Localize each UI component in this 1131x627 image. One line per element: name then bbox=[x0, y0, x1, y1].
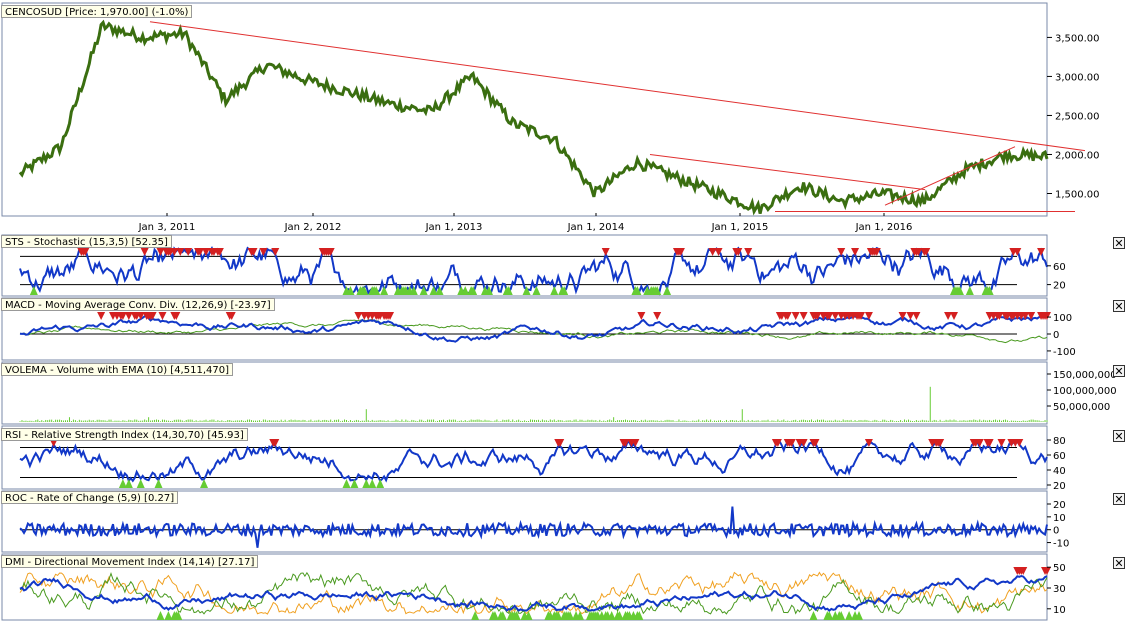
close-rsi-panel-icon[interactable]: ✕ bbox=[1113, 430, 1125, 442]
stochastic-title: STS - Stochastic (15,3,5) [52.35] bbox=[1, 235, 172, 248]
close-stochastic-panel-icon[interactable]: ✕ bbox=[1113, 237, 1125, 249]
close-roc-panel-icon[interactable]: ✕ bbox=[1113, 493, 1125, 505]
y-axis-label: -10 bbox=[1053, 539, 1069, 550]
y-axis-label: 0 bbox=[1053, 330, 1059, 341]
y-axis-label: 50,000,000 bbox=[1053, 402, 1110, 413]
y-axis-label: 40 bbox=[1053, 466, 1066, 477]
roc-title: ROC - Rate of Change (5,9) [0.27] bbox=[1, 491, 179, 504]
y-axis-label: 30 bbox=[1053, 584, 1066, 595]
y-axis-label: 1,500.00 bbox=[1055, 189, 1100, 200]
y-axis-label: 100,000,000 bbox=[1053, 386, 1117, 397]
y-axis-label: 20 bbox=[1053, 500, 1066, 511]
y-axis-label: 20 bbox=[1053, 481, 1066, 492]
y-axis-label: 3,500.00 bbox=[1055, 33, 1100, 44]
dmi-title: DMI - Directional Movement Index (14,14)… bbox=[1, 555, 259, 568]
y-axis-label: 3,000.00 bbox=[1055, 72, 1100, 83]
y-axis-label: -100 bbox=[1053, 347, 1076, 358]
close-dmi-panel-icon[interactable]: ✕ bbox=[1113, 557, 1125, 569]
y-axis-label: 2,500.00 bbox=[1055, 111, 1100, 122]
y-axis-label: 0 bbox=[1053, 526, 1059, 537]
y-axis-label: 20 bbox=[1053, 281, 1066, 292]
main-chart-title: CENCOSUD [Price: 1,970.00] (-1.0%) bbox=[1, 5, 193, 18]
volema-title: VOLEMA - Volume with EMA (10) [4,511,470… bbox=[1, 363, 233, 376]
y-axis-label: 10 bbox=[1053, 605, 1066, 616]
y-axis-label: 100 bbox=[1053, 313, 1072, 324]
macd-title: MACD - Moving Average Conv. Div. (12,26,… bbox=[1, 298, 275, 311]
y-axis-label: 50 bbox=[1053, 563, 1066, 574]
x-axis-label: Jan 2, 2012 bbox=[284, 222, 342, 233]
close-volema-panel-icon[interactable]: ✕ bbox=[1113, 365, 1125, 377]
y-axis-label: 60 bbox=[1053, 262, 1066, 273]
y-axis-label: 150,000,000 bbox=[1053, 370, 1117, 381]
rsi-title: RSI - Relative Strength Index (14,30,70)… bbox=[1, 428, 248, 441]
y-axis-label: 60 bbox=[1053, 451, 1066, 462]
chart-window: 3,500.00 3,000.00 2,500.00 2,000.00 1,500.00… bbox=[0, 0, 1131, 624]
y-axis-label: 10 bbox=[1053, 513, 1066, 524]
x-axis-label: Jan 1, 2016 bbox=[855, 222, 913, 233]
x-axis-label: Jan 1, 2013 bbox=[425, 222, 483, 233]
chart-canvas: 3,500.00 3,000.00 2,500.00 2,000.00 1,500.00… bbox=[1, 2, 1117, 621]
y-axis-label: 2,000.00 bbox=[1055, 150, 1100, 161]
x-axis-label: Jan 1, 2015 bbox=[711, 222, 769, 233]
close-macd-panel-icon[interactable]: ✕ bbox=[1113, 300, 1125, 312]
y-axis-label: 80 bbox=[1053, 436, 1066, 447]
x-axis-label: Jan 3, 2011 bbox=[138, 222, 196, 233]
x-axis-label: Jan 1, 2014 bbox=[567, 222, 625, 233]
